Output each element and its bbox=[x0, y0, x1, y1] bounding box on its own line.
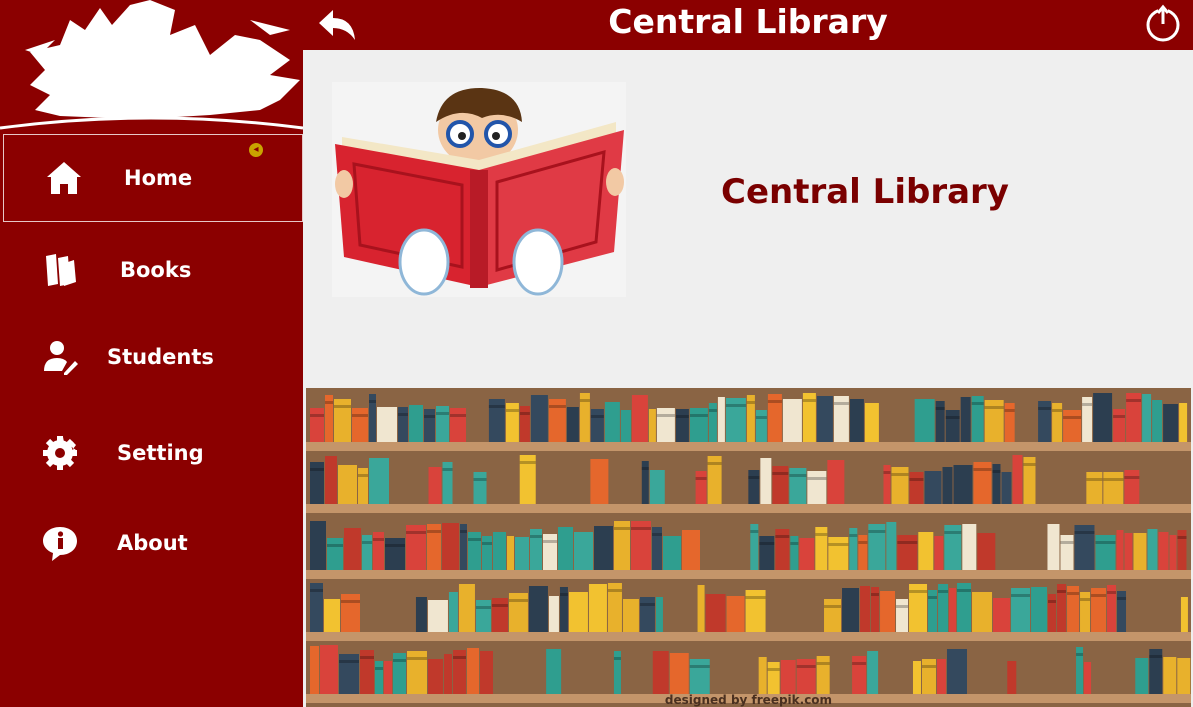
main-title: Central Library bbox=[721, 172, 1009, 212]
sidebar-item-setting[interactable]: Setting bbox=[0, 409, 303, 497]
power-icon[interactable] bbox=[1143, 4, 1183, 44]
sidebar-item-about[interactable]: About bbox=[0, 499, 303, 587]
reading-boy-illustration bbox=[332, 82, 626, 297]
library-logo bbox=[0, 0, 303, 130]
books-icon bbox=[38, 248, 82, 292]
home-icon bbox=[42, 156, 86, 200]
info-icon bbox=[38, 521, 82, 565]
sidebar-item-label: Setting bbox=[117, 441, 204, 465]
app-header: Central Library bbox=[303, 0, 1193, 50]
sidebar-item-label: Books bbox=[120, 258, 192, 282]
sidebar-item-students[interactable]: Students bbox=[0, 313, 303, 401]
sidebar-item-home[interactable]: Home bbox=[3, 134, 303, 222]
page-title: Central Library bbox=[608, 2, 888, 41]
bookshelf-illustration: designed by freepik.com bbox=[306, 388, 1191, 707]
sidebar-item-label: Home bbox=[124, 166, 193, 190]
gear-icon bbox=[38, 431, 82, 475]
image-credit: designed by freepik.com bbox=[664, 693, 833, 707]
sidebar-item-label: About bbox=[117, 531, 188, 555]
sidebar: ◂ Home Books Students Setting About bbox=[0, 0, 303, 707]
student-icon bbox=[38, 335, 82, 379]
sidebar-item-books[interactable]: Books bbox=[0, 226, 303, 314]
sidebar-item-label: Students bbox=[107, 345, 214, 369]
